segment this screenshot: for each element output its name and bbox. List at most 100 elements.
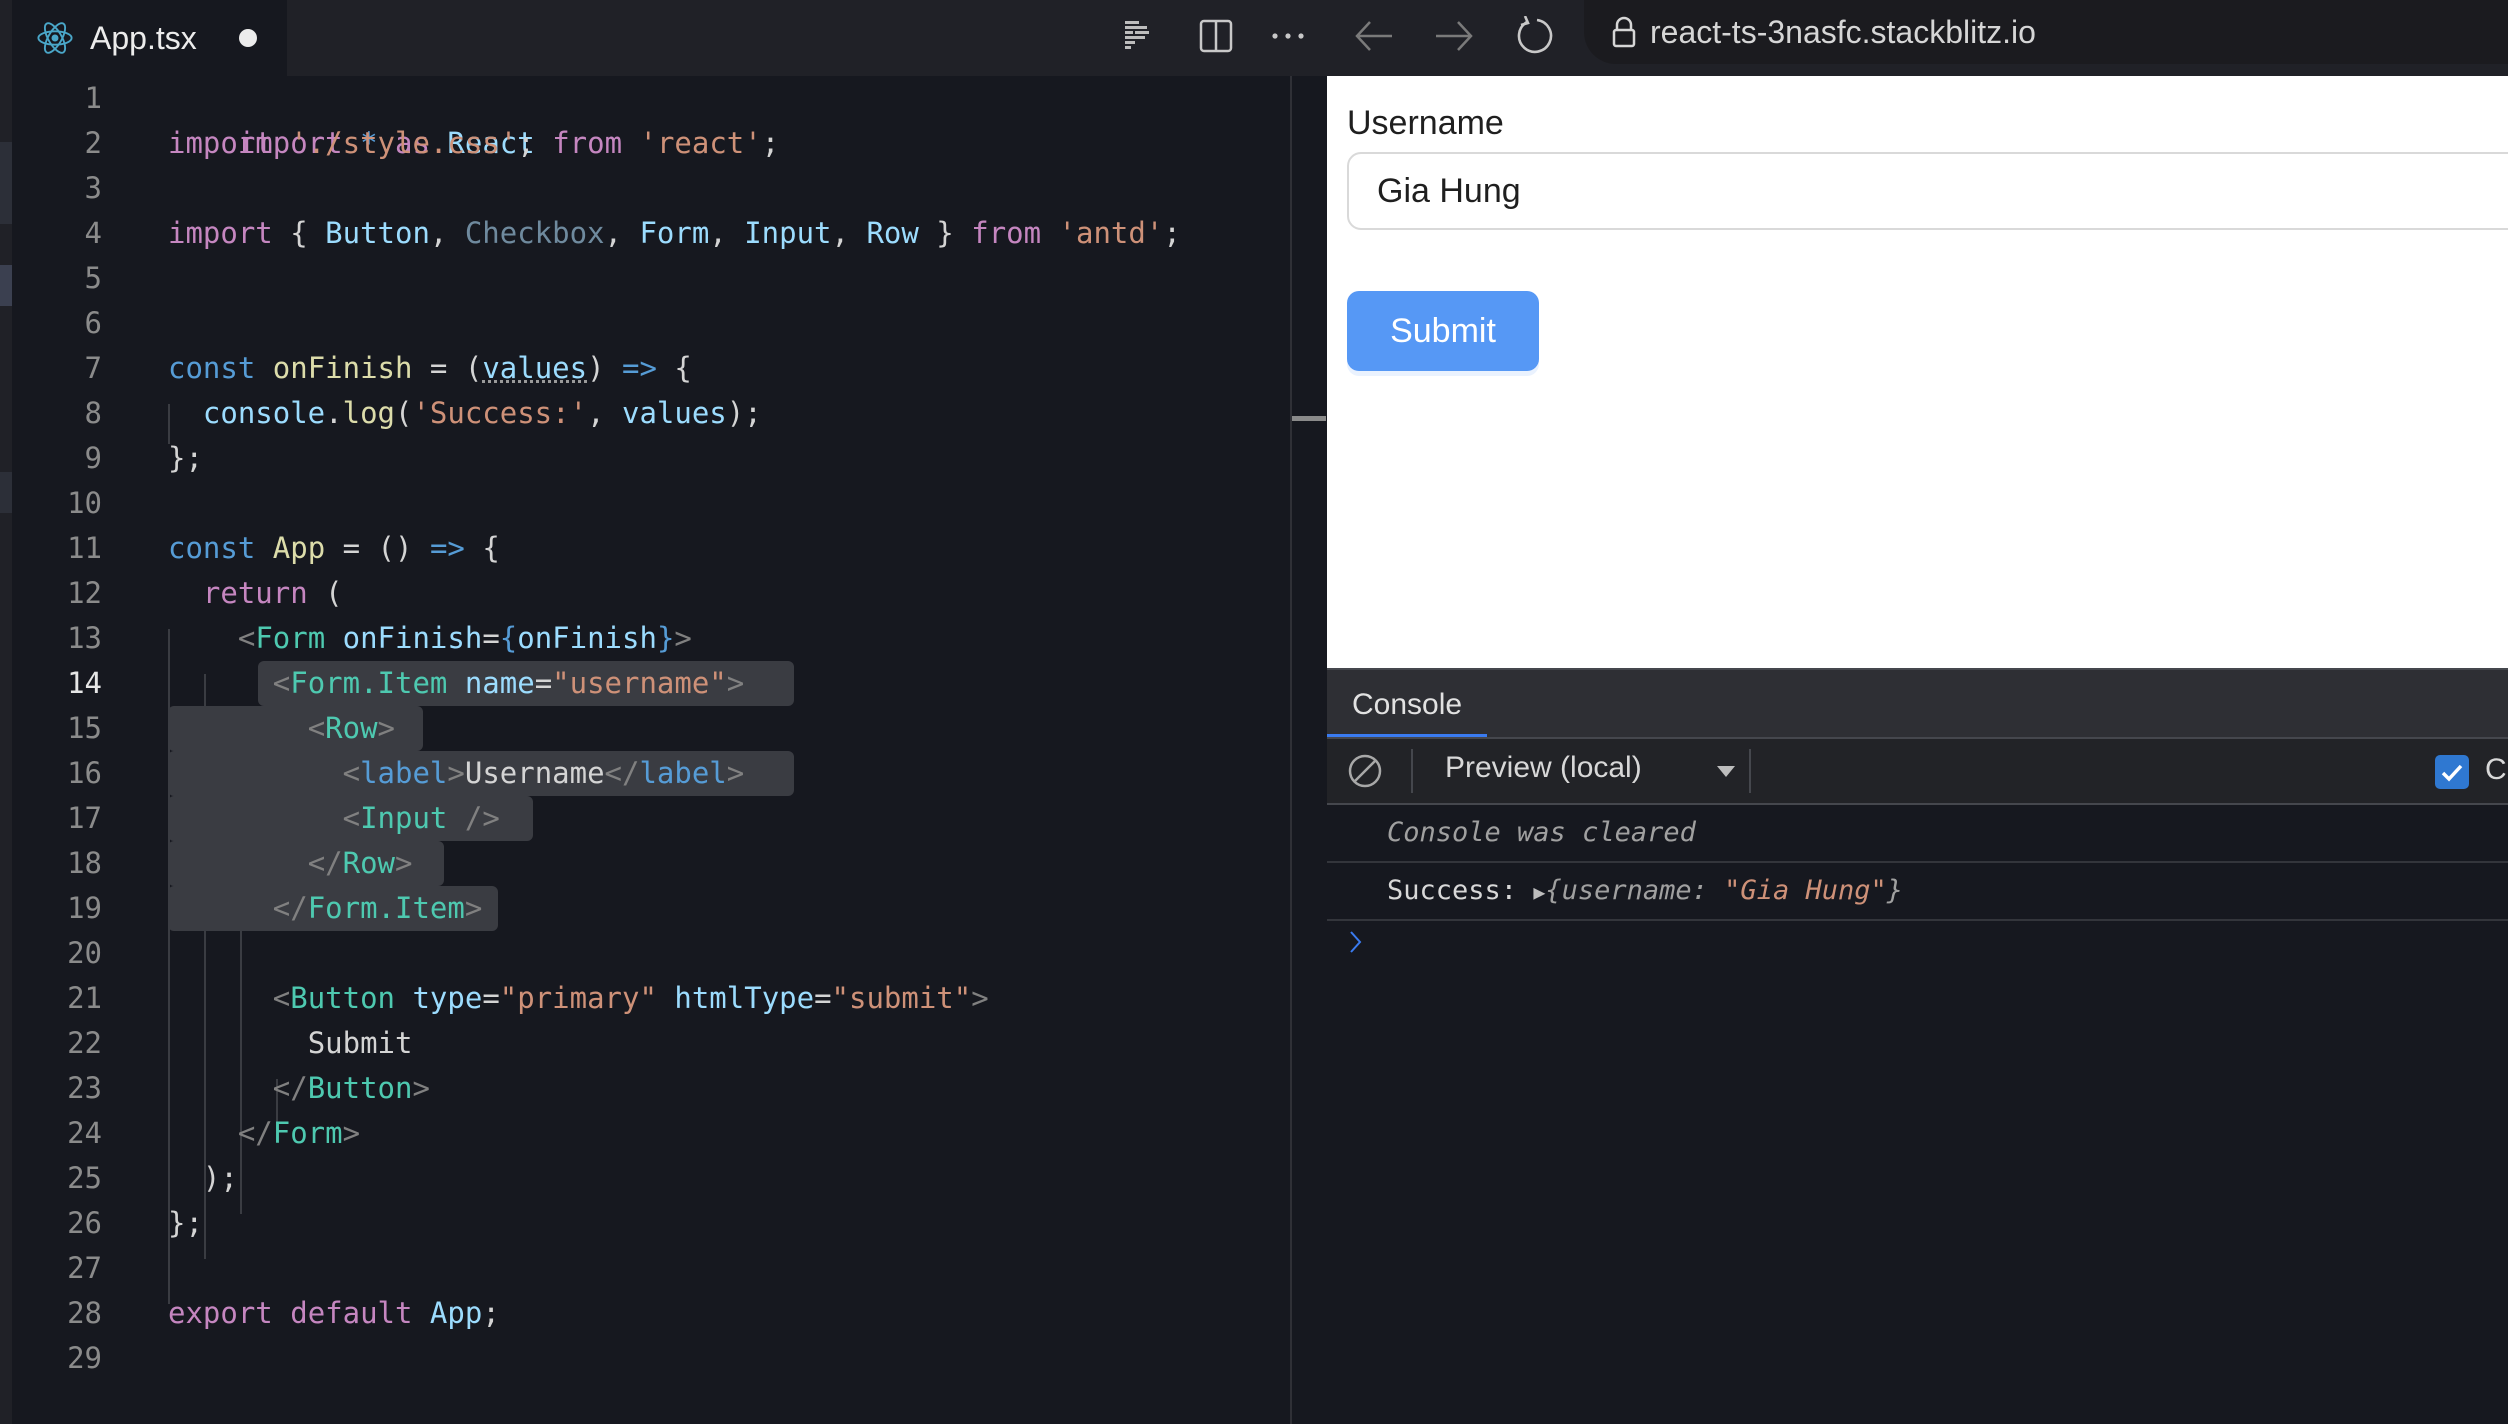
submit-button[interactable]: Submit (1347, 291, 1539, 371)
code-line-15: <Row> (307, 711, 396, 745)
token: return (202, 576, 308, 610)
code-line-24: </Form> (237, 1116, 361, 1150)
pane-divider[interactable] (1290, 76, 1292, 1424)
console-input[interactable] (1349, 930, 1363, 959)
token: onFinish (342, 621, 483, 655)
token: "primary" (499, 981, 657, 1015)
token: values (622, 396, 727, 430)
code-line-19: </Form.Item> (272, 891, 483, 925)
token: Row (325, 711, 378, 745)
username-input[interactable]: Gia Hung (1347, 152, 2508, 230)
token: 'antd' (1058, 216, 1164, 250)
code-line-23: </Button> (272, 1071, 430, 1105)
token: const (168, 531, 256, 565)
token: Username (464, 756, 605, 790)
token: const (168, 351, 256, 385)
token: "username" (552, 666, 727, 700)
token: from (971, 216, 1042, 250)
activity-marker (0, 142, 12, 224)
token: Input (744, 216, 832, 250)
resize-handle[interactable] (1292, 416, 1326, 421)
console-checkbox[interactable] (2435, 755, 2469, 789)
log-prefix: Success: (1387, 875, 1518, 906)
forward-icon[interactable] (1434, 12, 1474, 60)
code-line-22: Submit (12, 1021, 1290, 1066)
token-param: values (482, 351, 588, 385)
token: type (412, 981, 483, 1015)
log-cleared-text: Console was cleared (1387, 817, 1696, 848)
token: import (168, 216, 273, 250)
log-entry[interactable]: Success: ▶{username: "Gia Hung"} (1327, 863, 2508, 921)
code-line-11: const App = () => { (168, 531, 500, 565)
line-number: 10 (67, 486, 102, 520)
split-editor-icon[interactable] (1196, 12, 1236, 60)
tab-filename: App.tsx (90, 19, 197, 56)
expand-triangle-icon[interactable]: ▶ (1533, 880, 1545, 904)
clear-console-icon[interactable] (1347, 753, 1383, 789)
unsaved-dot-icon[interactable] (238, 29, 257, 47)
log-object-value: "Gia Hung" (1724, 875, 1887, 906)
chevron-down-icon[interactable] (1717, 766, 1735, 777)
token: Form (272, 1116, 343, 1150)
code-line-17: <Input /> (342, 801, 500, 835)
toolbar-separator (1749, 749, 1751, 793)
token: Button (307, 1071, 413, 1105)
token: 'Success:' (412, 396, 588, 430)
code-line-13: <Form onFinish={onFinish}> (237, 621, 692, 655)
token: export (168, 1296, 273, 1330)
console-panel: Console Preview (local) Cl Console was c… (1327, 668, 2508, 1424)
activity-marker (0, 472, 12, 513)
token: label (360, 756, 448, 790)
token: default (290, 1296, 413, 1330)
token: App (429, 1296, 483, 1330)
token: Form.Item (290, 666, 448, 700)
chevron-right-icon (1350, 931, 1362, 953)
token: Form (639, 216, 710, 250)
line-number: 3 (84, 171, 102, 205)
code-line-1: import * as React from 'react'; (237, 126, 780, 160)
toolbar-separator (1411, 749, 1413, 793)
token: onFinish (517, 621, 657, 655)
token: App (272, 531, 326, 565)
editor-tab-app-tsx[interactable]: App.tsx (12, 0, 287, 76)
preview-pane: Username Gia Hung Submit (1327, 76, 2508, 668)
code-line-14: <Form.Item name="username"> (272, 666, 745, 700)
context-select[interactable]: Preview (local) (1445, 751, 1642, 785)
log-entry: Console was cleared (1327, 805, 2508, 863)
console-toolbar: Preview (local) Cl (1327, 739, 2508, 805)
line-number: 6 (84, 306, 102, 340)
token: onFinish (272, 351, 413, 385)
tab-console[interactable]: Console (1352, 688, 1462, 722)
code-line-4: import { Button, Checkbox, Form, Input, … (168, 216, 1181, 250)
code-line-7: const onFinish = (values) => { (168, 351, 692, 385)
code-editor[interactable]: 1 2 3 4 5 6 7 8 9 10 11 12 13 14 15 16 17 18 19 20 21 22 23 24 2… (12, 76, 1290, 1424)
token: "submit" (831, 981, 972, 1015)
prettier-icon[interactable] (1120, 12, 1156, 60)
address-bar[interactable]: react-ts-3nasfc.stackblitz.io (1584, 0, 2508, 64)
token: label (639, 756, 727, 790)
console-tab-bar: Console (1327, 668, 2508, 739)
code-line-2: import './style.css'; (168, 126, 535, 160)
line-number: 5 (84, 261, 102, 295)
code-line-18: </Row> (307, 846, 413, 880)
token: Form (255, 621, 326, 655)
more-icon[interactable] (1270, 12, 1306, 60)
log-object-key: {username: (1545, 875, 1725, 906)
token: console (202, 396, 326, 430)
code-line-12: return ( (202, 576, 343, 610)
token: Submit (307, 1026, 413, 1060)
line-number: 20 (67, 936, 102, 970)
lock-icon (1612, 16, 1636, 48)
code-line-28: export default App; (168, 1296, 500, 1330)
code-line-9: }; (168, 441, 203, 475)
token: htmlType (674, 981, 815, 1015)
reload-icon[interactable] (1514, 12, 1556, 60)
token: Button (325, 216, 430, 250)
code-line-16: <label>Username</label> (342, 756, 745, 790)
back-icon[interactable] (1354, 12, 1394, 60)
checkbox-label: Cl (2485, 753, 2508, 786)
react-icon (37, 22, 73, 54)
token: import (168, 126, 273, 160)
code-line-21: <Button type="primary" htmlType="submit"… (272, 981, 989, 1015)
checkmark-icon (2441, 764, 2463, 782)
